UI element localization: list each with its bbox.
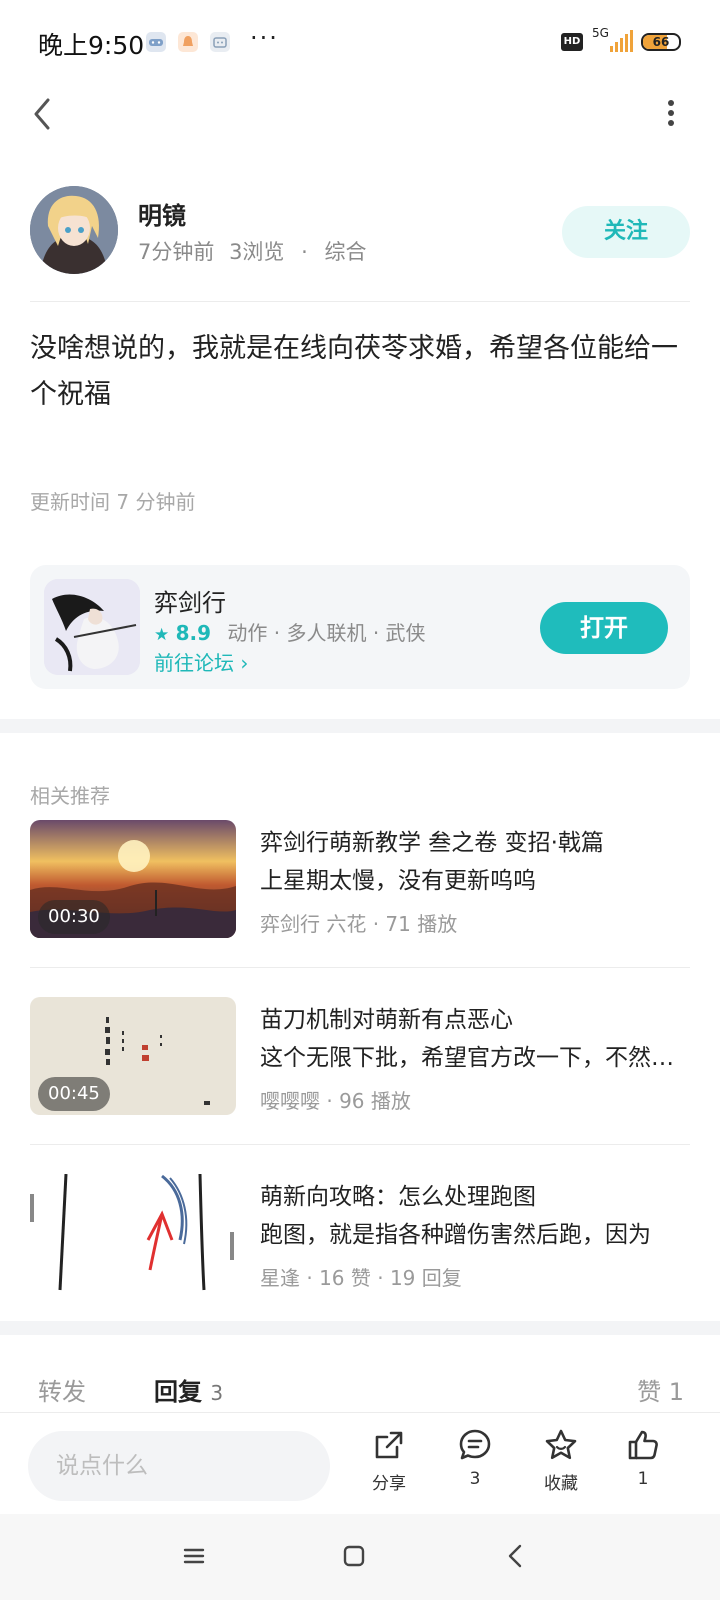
open-game-button[interactable]: 打开 (540, 602, 668, 654)
item-subtitle: 上星期太慢，没有更新呜呜 (260, 868, 536, 894)
video-thumbnail: 00:45 (30, 997, 236, 1115)
update-time: 更新时间 7 分钟前 (30, 490, 196, 514)
bottom-action-bar: 说点什么 分享 3 收藏 1 (0, 1412, 720, 1514)
comment-icon (459, 1429, 491, 1460)
favorite-button[interactable]: 收藏 (526, 1423, 596, 1507)
section-divider (0, 1321, 720, 1335)
battery-icon: 66 (641, 33, 681, 51)
game-name: 弈剑行 (154, 589, 226, 617)
comment-tabs: 转发 回复 3 赞 1 (0, 1362, 720, 1412)
chevron-left-icon (508, 1544, 522, 1568)
status-bar: 晚上9:50 ··· HD 5G 66 (0, 0, 720, 84)
divider (30, 301, 690, 302)
comment-count: 3 (469, 1469, 481, 1489)
menu-icon (183, 1548, 205, 1564)
item-meta: 弈剑行 六花 · 71 播放 (260, 912, 458, 936)
share-button[interactable]: 分享 (354, 1423, 424, 1507)
item-meta: 嘤嘤嘤 · 96 播放 (260, 1089, 411, 1113)
item-subtitle: 这个无限下批，希望官方改一下，不然真的 (260, 1045, 690, 1071)
author-name[interactable]: 明镜 (138, 196, 186, 231)
item-title: 苗刀机制对萌新有点恶心 (260, 1007, 513, 1033)
post-meta: 7分钟前 3浏览 · 综合 (138, 236, 367, 266)
chevron-left-icon (34, 98, 50, 130)
bell-app-icon (178, 32, 198, 52)
comment-input[interactable]: 说点什么 (28, 1431, 330, 1501)
game-card[interactable]: 弈剑行 ★ 8.9 动作 · 多人联机 · 武侠 前往论坛 › 打开 (30, 565, 690, 689)
system-back-button[interactable] (494, 1534, 538, 1578)
home-button[interactable] (332, 1534, 376, 1578)
related-section-title: 相关推荐 (30, 784, 110, 808)
favorite-label: 收藏 (544, 1474, 578, 1494)
like-button[interactable]: 1 (608, 1423, 678, 1507)
tab-reply-count: 3 (210, 1381, 224, 1405)
star-outline-icon (545, 1429, 577, 1460)
game-icon (44, 579, 140, 675)
game-controller-icon (146, 32, 166, 52)
tab-repost[interactable]: 转发 (38, 1372, 86, 1407)
item-title: 弈剑行萌新教学 叁之卷 变招·戟篇 (260, 830, 604, 856)
game-rating: 8.9 (175, 621, 212, 645)
game-tags: 动作 · 多人联机 · 武侠 (227, 621, 426, 645)
post-category: 综合 (324, 240, 367, 264)
game-meta: ★ 8.9 动作 · 多人联机 · 武侠 (154, 617, 426, 646)
list-item[interactable]: 00:45 苗刀机制对萌新有点恶心 这个无限下批，希望官方改一下，不然真的 嘤嘤… (30, 997, 690, 1117)
back-button[interactable] (24, 92, 64, 136)
follow-button[interactable]: 关注 (562, 206, 690, 258)
forum-link[interactable]: 前往论坛 › (154, 647, 248, 676)
item-meta: 星逢 · 16 赞 · 19 回复 (260, 1266, 462, 1290)
square-home-icon (343, 1545, 365, 1567)
signal-icon (610, 30, 633, 52)
comment-button[interactable]: 3 (440, 1423, 510, 1507)
more-notifications-icon: ··· (250, 24, 279, 52)
tab-reply[interactable]: 回复 3 (154, 1372, 223, 1407)
item-title: 萌新向攻略：怎么处理跑图 (260, 1184, 536, 1210)
list-item[interactable]: 00:30 弈剑行萌新教学 叁之卷 变招·戟篇 上星期太慢，没有更新呜呜 弈剑行… (30, 820, 690, 940)
system-navigation-bar (0, 1514, 720, 1600)
post-views: 3浏览 (229, 240, 285, 264)
battery-text: 66 (652, 35, 670, 49)
author-header: 明镜 7分钟前 3浏览 · 综合 关注 (30, 186, 690, 278)
status-time: 晚上9:50 (38, 31, 145, 60)
divider (30, 967, 690, 968)
video-duration: 00:30 (38, 900, 110, 934)
post-time: 7分钟前 (138, 240, 215, 264)
tv-app-icon (210, 32, 230, 52)
hd-badge: HD (561, 33, 583, 51)
item-subtitle: 跑图，就是指各种蹭伤害然后跑，因为 (260, 1222, 651, 1248)
post-content: 没啥想说的，我就是在线向茯苓求婚，希望各位能给一个祝福 (30, 333, 678, 410)
share-icon (375, 1431, 403, 1459)
video-thumbnail: 00:30 (30, 820, 236, 938)
more-menu-button[interactable] (656, 92, 686, 136)
list-item[interactable]: 萌新向攻略：怎么处理跑图 跑图，就是指各种蹭伤害然后跑，因为 星逢 · 16 赞… (30, 1174, 690, 1294)
tab-like[interactable]: 赞 1 (637, 1372, 684, 1407)
recent-apps-button[interactable] (172, 1534, 216, 1578)
share-label: 分享 (372, 1474, 406, 1494)
thumbs-up-icon (628, 1430, 658, 1460)
avatar[interactable] (30, 186, 118, 274)
star-icon: ★ (154, 625, 170, 645)
article-thumbnail (30, 1174, 236, 1292)
more-vertical-icon (668, 100, 674, 126)
section-divider (0, 719, 720, 733)
like-count: 1 (637, 1469, 649, 1489)
divider (30, 1144, 690, 1145)
meta-separator: · (301, 240, 308, 264)
video-duration: 00:45 (38, 1077, 110, 1111)
tab-reply-label: 回复 (154, 1378, 202, 1406)
